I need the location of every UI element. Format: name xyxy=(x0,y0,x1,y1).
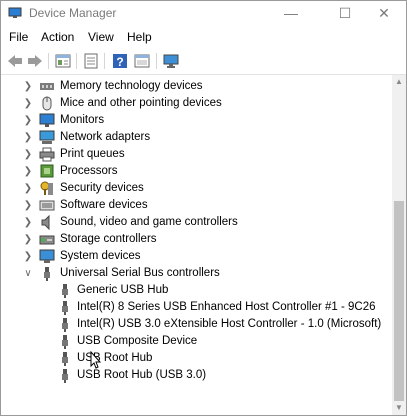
tree-child-label: Intel(R) 8 Series USB Enhanced Host Cont… xyxy=(77,301,376,313)
tree-item-label: Software devices xyxy=(60,199,148,211)
back-icon[interactable] xyxy=(6,52,24,70)
tree-item-print-queues[interactable]: ❯ Print queues xyxy=(1,146,391,163)
device-tree[interactable]: ❯ Memory technology devices ❯ Mice and o… xyxy=(1,75,391,415)
svg-text:?: ? xyxy=(116,55,123,69)
toolbar-separator xyxy=(76,53,77,69)
tree-child-label: Generic USB Hub xyxy=(77,284,169,296)
toolbar-separator xyxy=(156,53,157,69)
usb-icon xyxy=(57,317,73,332)
speaker-icon xyxy=(39,214,55,231)
tree-child-item[interactable]: Intel(R) USB 3.0 eXtensible Host Control… xyxy=(1,316,391,333)
tree-item-label: Universal Serial Bus controllers xyxy=(60,267,220,279)
window-title: Device Manager xyxy=(29,6,117,20)
mouse-cursor-icon xyxy=(90,350,102,369)
tree-item-label: Memory technology devices xyxy=(60,80,203,92)
toolbar-separator xyxy=(104,53,105,69)
scrollbar-thumb[interactable] xyxy=(394,201,404,401)
tree-item-label: Network adapters xyxy=(60,131,151,143)
tree-item-processors[interactable]: ❯ Processors xyxy=(1,163,391,180)
expand-chevron-icon[interactable]: ❯ xyxy=(23,180,33,197)
expand-chevron-icon[interactable]: ❯ xyxy=(23,163,33,180)
usb-icon xyxy=(57,283,73,298)
usb-icon xyxy=(57,368,73,383)
expand-chevron-icon[interactable]: ❯ xyxy=(23,214,33,231)
tree-item-software[interactable]: ❯ Software devices xyxy=(1,197,391,214)
memory-icon xyxy=(39,79,55,94)
tree-child-label: Intel(R) USB 3.0 eXtensible Host Control… xyxy=(77,318,382,330)
software-icon xyxy=(39,198,55,213)
expand-chevron-icon[interactable]: ❯ xyxy=(23,129,33,146)
menu-view[interactable]: View xyxy=(88,30,114,44)
tree-item-security[interactable]: ❯ Security devices xyxy=(1,180,391,197)
mouse-icon xyxy=(39,96,55,111)
tree-item-label: Security devices xyxy=(60,182,144,194)
expand-chevron-icon[interactable]: ❯ xyxy=(23,146,33,163)
properties-icon[interactable] xyxy=(54,52,72,70)
expand-chevron-icon[interactable]: ❯ xyxy=(23,95,33,112)
security-icon xyxy=(39,181,55,196)
tree-item-label: Mice and other pointing devices xyxy=(60,97,222,109)
menu-action[interactable]: Action xyxy=(41,30,74,44)
tree-child-item[interactable]: Intel(R) 8 Series USB Enhanced Host Cont… xyxy=(1,299,391,316)
device-manager-app-icon xyxy=(8,7,22,19)
expand-chevron-icon[interactable]: ❯ xyxy=(23,112,33,129)
tree-item-label: Storage controllers xyxy=(60,233,157,245)
tree-item-system-devices[interactable]: ❯ System devices xyxy=(1,248,391,265)
tree-child-item[interactable]: Generic USB Hub xyxy=(1,282,391,299)
monitor-icon[interactable] xyxy=(162,52,180,70)
processor-icon xyxy=(39,164,55,179)
network-icon xyxy=(39,130,55,145)
minimize-button[interactable]: — xyxy=(268,1,314,27)
system-icon xyxy=(39,249,55,264)
usb-icon xyxy=(57,351,73,366)
tree-child-item[interactable]: USB Composite Device xyxy=(1,333,391,350)
tree-item-mice[interactable]: ❯ Mice and other pointing devices xyxy=(1,95,391,112)
tree-item-label: Monitors xyxy=(60,114,105,126)
collapse-chevron-icon[interactable]: ∨ xyxy=(23,265,33,282)
expand-chevron-icon[interactable]: ❯ xyxy=(23,248,33,265)
scroll-up-arrow-icon[interactable]: ▲ xyxy=(395,78,403,86)
monitor-icon xyxy=(39,113,55,128)
refresh-icon[interactable] xyxy=(82,52,100,70)
tree-item-usb-controllers[interactable]: ∨ Universal Serial Bus controllers xyxy=(1,265,391,282)
tree-item-memory[interactable]: ❯ Memory technology devices xyxy=(1,78,391,95)
usb-icon xyxy=(57,334,73,349)
menu-file[interactable]: File xyxy=(9,30,28,44)
printer-icon xyxy=(39,147,55,162)
tree-item-label: Processors xyxy=(60,165,118,177)
tree-item-sound[interactable]: ❯ Sound, video and game controllers xyxy=(1,214,391,231)
tree-child-item[interactable]: USB Root Hub (USB 3.0) xyxy=(1,367,391,384)
close-button[interactable]: ✕ xyxy=(361,1,407,27)
expand-chevron-icon[interactable]: ❯ xyxy=(23,231,33,248)
tree-item-label: System devices xyxy=(60,250,141,262)
tree-child-label: USB Composite Device xyxy=(77,335,198,347)
tree-item-network[interactable]: ❯ Network adapters xyxy=(1,129,391,146)
help-icon[interactable]: ? xyxy=(111,52,129,70)
toolbar: ? xyxy=(1,48,406,75)
vertical-scrollbar[interactable]: ▲ ▼ xyxy=(392,75,406,415)
toolbar-separator xyxy=(48,53,49,69)
menu-bar: File Action View Help xyxy=(1,27,406,47)
tree-child-label: USB Root Hub (USB 3.0) xyxy=(77,369,207,381)
title-bar: Device Manager — ☐ ✕ xyxy=(1,1,406,27)
tree-item-storage[interactable]: ❯ Storage controllers xyxy=(1,231,391,248)
expand-chevron-icon[interactable]: ❯ xyxy=(23,197,33,214)
device-manager-window: Device Manager — ☐ ✕ File Action View He… xyxy=(0,0,407,416)
expand-chevron-icon[interactable]: ❯ xyxy=(23,78,33,95)
forward-icon[interactable] xyxy=(26,52,44,70)
tree-item-label: Print queues xyxy=(60,148,125,160)
scroll-down-arrow-icon[interactable]: ▼ xyxy=(395,404,403,412)
usb-icon xyxy=(39,266,55,281)
usb-icon xyxy=(57,300,73,315)
storage-icon xyxy=(39,232,55,247)
tree-child-label: USB Root Hub xyxy=(77,352,153,364)
tree-child-item[interactable]: USB Root Hub xyxy=(1,350,391,367)
view-icon[interactable] xyxy=(133,52,151,70)
tree-item-label: Sound, video and game controllers xyxy=(60,216,238,228)
tree-item-monitors[interactable]: ❯ Monitors xyxy=(1,112,391,129)
menu-help[interactable]: Help xyxy=(127,30,152,44)
